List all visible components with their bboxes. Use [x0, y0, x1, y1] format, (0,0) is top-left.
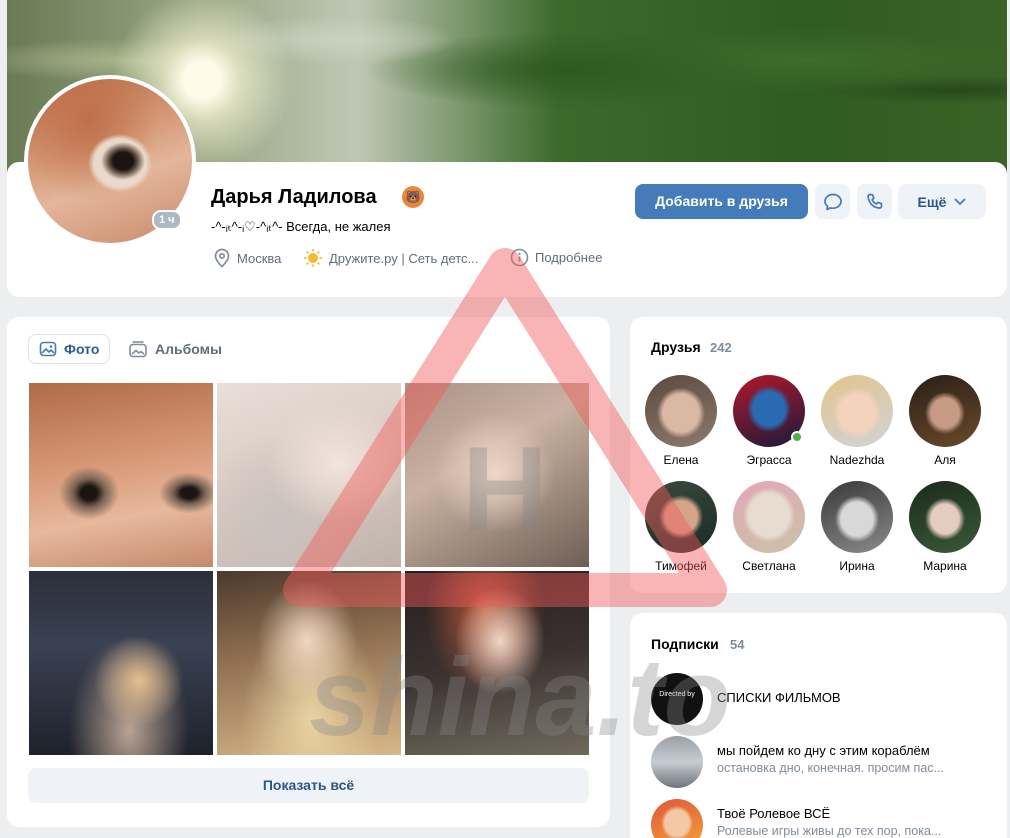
info-icon — [510, 248, 529, 267]
friend-item[interactable]: Nadezhda — [814, 375, 900, 467]
community-label: Дружите.ру | Сеть детс... — [329, 250, 479, 266]
friend-avatar — [645, 375, 717, 447]
subscription-item[interactable]: Directed by СПИСКИ ФИЛЬМОВ — [651, 673, 991, 725]
friend-item[interactable]: Светлана — [726, 481, 812, 573]
photo-thumbnail[interactable] — [405, 571, 589, 755]
friend-item[interactable]: Ирина — [814, 481, 900, 573]
friend-item[interactable]: Марина — [902, 481, 988, 573]
friend-name: Елена — [663, 453, 699, 467]
friend-name: Светлана — [742, 559, 796, 573]
subscriptions-count: 54 — [730, 637, 745, 652]
friend-avatar — [645, 481, 717, 553]
emoji-status-icon[interactable]: 🐻 — [402, 186, 424, 208]
more-label: Ещё — [917, 193, 947, 210]
friend-name: Nadezhda — [829, 453, 885, 467]
tab-albums-label: Альбомы — [155, 341, 222, 357]
friend-avatar — [909, 481, 981, 553]
album-icon — [129, 341, 147, 358]
more-button[interactable]: Ещё — [898, 184, 986, 219]
friend-item[interactable]: Тимофей — [638, 481, 724, 573]
friend-name: Аля — [934, 453, 956, 467]
subscription-description: остановка дно, конечная. просим пас... — [717, 761, 944, 775]
subscription-title: Твоё Ролевое ВСЁ — [717, 806, 831, 821]
tab-photos-label: Фото — [64, 341, 100, 357]
subscription-title: мы пойдем ко дну с этим кораблём — [717, 743, 930, 758]
city-label: Москва — [237, 250, 282, 266]
friend-name: Эграсса — [746, 453, 792, 467]
subscriptions-title[interactable]: Подписки — [651, 636, 719, 652]
photo-thumbnail[interactable] — [405, 383, 589, 567]
friend-item[interactable]: Елена — [638, 375, 724, 467]
subscription-item[interactable]: мы пойдем ко дну с этим кораблём останов… — [651, 736, 991, 788]
photo-thumbnail[interactable] — [29, 571, 213, 755]
more-info-link[interactable]: Подробнее — [510, 248, 602, 267]
friends-title[interactable]: Друзья — [651, 339, 701, 355]
more-info-label: Подробнее — [535, 250, 603, 265]
friend-avatar — [821, 375, 893, 447]
subscription-description: Ролевые игры живы до тех пор, пока... — [717, 824, 942, 838]
sun-icon — [304, 249, 322, 267]
photo-thumbnail[interactable] — [217, 571, 401, 755]
add-friend-button[interactable]: Добавить в друзья — [635, 184, 808, 219]
phone-icon — [866, 193, 882, 209]
show-all-photos-button[interactable]: Показать всё — [28, 768, 589, 803]
friend-item[interactable]: Аля — [902, 375, 988, 467]
friend-item[interactable]: Эграсса — [726, 375, 812, 467]
call-button[interactable] — [857, 184, 892, 219]
photo-thumbnail[interactable] — [29, 383, 213, 567]
profile-status: -^-ᵢₜ^-ᵢ♡-^ᵢₜ^- Всегда, не жалея — [211, 219, 391, 234]
friend-name: Марина — [923, 559, 967, 573]
community-link[interactable]: Дружите.ру | Сеть детс... — [303, 248, 478, 268]
friend-name: Ирина — [839, 559, 875, 573]
friend-avatar — [733, 375, 805, 447]
friend-avatar — [909, 375, 981, 447]
subscription-item[interactable]: Твоё Ролевое ВСЁ Ролевые игры живы до те… — [651, 799, 991, 838]
friends-count: 242 — [710, 340, 732, 355]
subscription-avatar — [651, 736, 703, 788]
location-icon — [214, 248, 230, 268]
friend-name: Тимофей — [655, 559, 707, 573]
message-button[interactable] — [815, 184, 850, 219]
online-indicator — [791, 431, 803, 443]
message-icon — [823, 193, 842, 210]
subscription-title: СПИСКИ ФИЛЬМОВ — [717, 690, 841, 705]
city-info: Москва — [213, 248, 281, 268]
tab-albums[interactable]: Альбомы — [118, 334, 232, 364]
photo-icon — [39, 341, 57, 357]
last-seen-badge: 1 ч — [152, 210, 182, 230]
chevron-down-icon — [955, 198, 966, 205]
subscription-avatar — [651, 799, 703, 838]
photo-thumbnail[interactable] — [217, 383, 401, 567]
profile-name: Дарья Ладилова — [211, 186, 377, 208]
friend-avatar — [733, 481, 805, 553]
tab-photos[interactable]: Фото — [28, 334, 111, 364]
friend-avatar — [821, 481, 893, 553]
subscription-avatar: Directed by — [651, 673, 703, 725]
